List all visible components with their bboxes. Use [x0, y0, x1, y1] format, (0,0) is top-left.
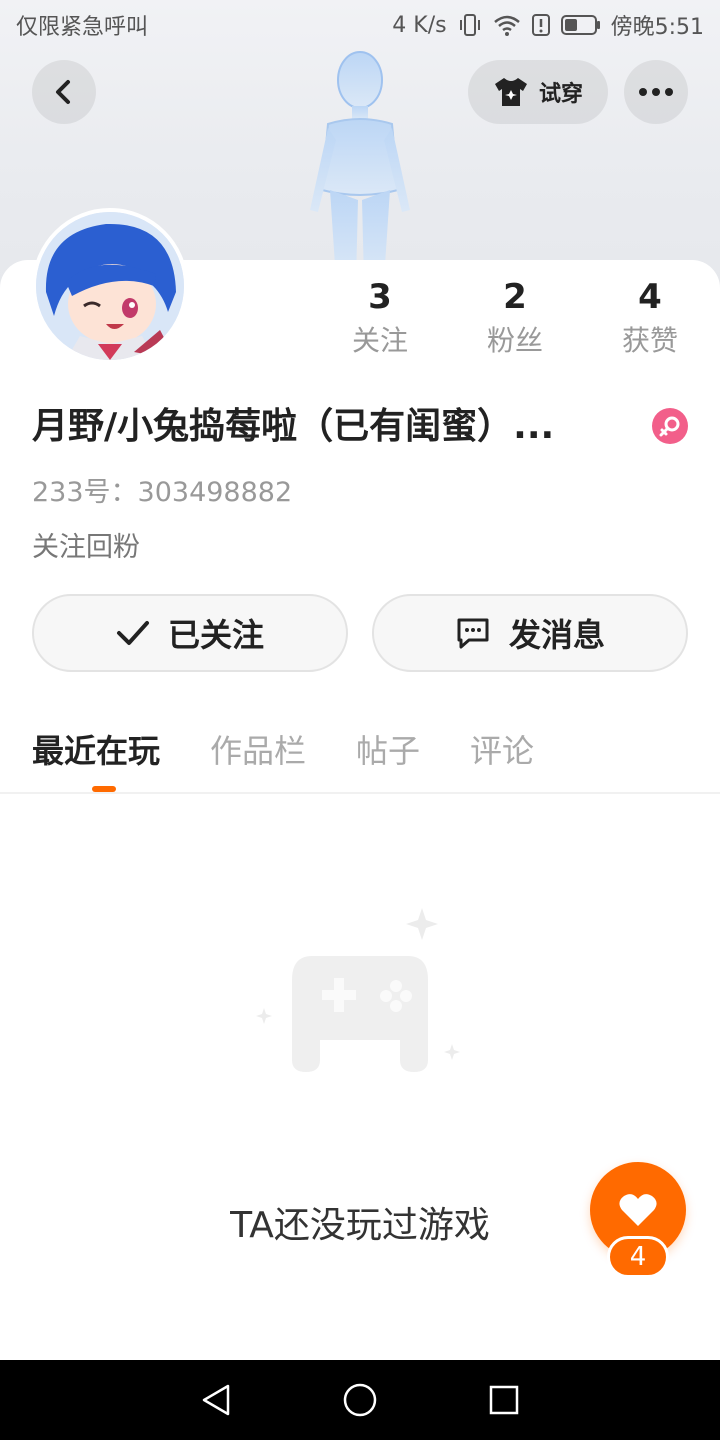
like-count-badge: 4 — [607, 1236, 669, 1278]
profile-stats: 3 关注 2 粉丝 4 获赞 — [330, 275, 700, 363]
status-time: 傍晚5:51 — [610, 15, 704, 40]
user-bio: 关注回粉 — [32, 532, 140, 563]
nav-back-icon[interactable] — [200, 1383, 232, 1417]
profile-tabs: 最近在玩 作品栏 帖子 评论 — [32, 725, 534, 777]
try-on-button[interactable]: 试穿 — [468, 60, 608, 124]
status-bar: 仅限紧急呼叫 4 K/s 傍晚5:51 — [0, 0, 720, 50]
tab-posts[interactable]: 帖子 — [356, 725, 420, 777]
tshirt-icon — [494, 78, 527, 106]
stat-value: 3 — [368, 277, 392, 317]
network-speed: 4 K/s — [392, 12, 447, 38]
chevron-left-icon — [56, 80, 70, 104]
avatar[interactable] — [32, 208, 188, 364]
stat-label: 粉丝 — [486, 324, 543, 357]
heart-icon — [619, 1194, 657, 1226]
nav-recents-icon[interactable] — [488, 1384, 520, 1416]
back-button[interactable] — [32, 60, 96, 124]
message-label: 发消息 — [508, 616, 605, 654]
tab-comments[interactable]: 评论 — [470, 725, 534, 777]
user-id: 233号：303498882 — [32, 477, 293, 508]
send-message-button[interactable]: 发消息 — [372, 594, 688, 672]
try-on-label: 试穿 — [538, 82, 583, 107]
female-gender-icon — [652, 408, 688, 444]
status-carrier-text: 仅限紧急呼叫 — [16, 15, 149, 40]
checkmark-icon — [116, 621, 149, 645]
tab-recently-played[interactable]: 最近在玩 — [32, 725, 160, 777]
chat-bubble-icon — [457, 618, 489, 649]
stat-followers[interactable]: 2 粉丝 — [465, 275, 565, 363]
anime-girl-avatar-image — [36, 212, 184, 360]
vibrate-icon — [459, 14, 480, 36]
stat-likes[interactable]: 4 获赞 — [600, 275, 700, 363]
battery-icon — [560, 15, 600, 35]
wifi-icon — [493, 15, 520, 36]
nav-home-icon[interactable] — [342, 1382, 378, 1418]
stat-value: 4 — [638, 277, 662, 317]
tab-works[interactable]: 作品栏 — [210, 725, 306, 777]
gamepad-icon — [256, 908, 460, 1072]
stat-following[interactable]: 3 关注 — [330, 275, 430, 363]
avatar-3d-figure — [310, 51, 410, 280]
followed-button[interactable]: 已关注 — [32, 594, 348, 672]
system-nav-bar — [0, 1360, 720, 1440]
stat-value: 2 — [503, 277, 527, 317]
alert-icon — [531, 14, 550, 36]
followed-label: 已关注 — [167, 616, 264, 654]
stat-label: 关注 — [351, 324, 408, 357]
more-button[interactable] — [624, 60, 688, 124]
profile-nickname: 月野/小兔捣莓啦（已有闺蜜）... — [32, 406, 555, 447]
tabs-divider — [0, 792, 720, 794]
stat-label: 获赞 — [621, 324, 678, 357]
more-dots-icon — [639, 88, 673, 96]
